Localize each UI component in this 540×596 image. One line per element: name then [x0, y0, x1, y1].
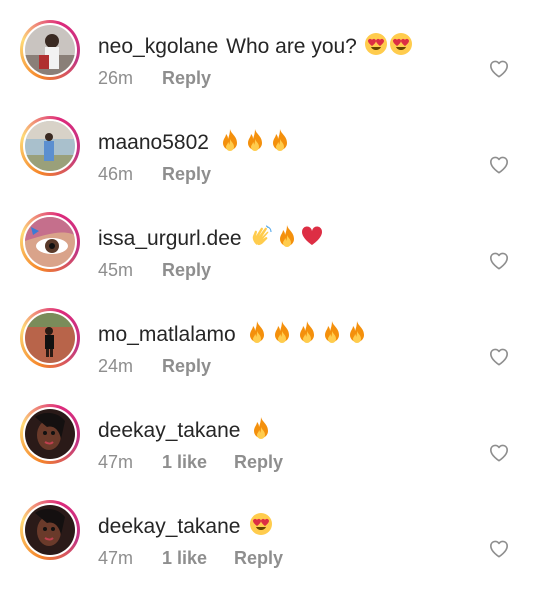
comment-item: issa_urgurl.dee 45m Reply — [0, 212, 540, 308]
comment-emojis — [248, 416, 273, 442]
timestamp: 26m — [98, 68, 134, 88]
username-link[interactable]: issa_urgurl.dee — [98, 227, 242, 250]
like-heart-icon[interactable] — [488, 442, 510, 462]
comment-line: mo_matlalamo — [98, 320, 369, 348]
comment-emojis — [249, 224, 324, 250]
comment-item: deekay_takane 47m 1 like Reply — [0, 500, 540, 596]
fire-emoji-icon — [295, 320, 319, 344]
username-link[interactable]: maano5802 — [98, 131, 209, 154]
like-count[interactable]: 1 like — [162, 450, 234, 474]
comment-meta: 46m Reply — [98, 162, 211, 186]
fire-emoji-icon — [218, 128, 242, 152]
username-link[interactable]: mo_matlalamo — [98, 323, 236, 346]
waving-hand-emoji-icon — [250, 224, 274, 248]
reply-button[interactable]: Reply — [162, 356, 211, 376]
comment-emojis — [248, 512, 273, 538]
reply-button[interactable]: Reply — [162, 260, 211, 280]
avatar[interactable] — [25, 121, 75, 171]
fire-emoji-icon — [268, 128, 292, 152]
red-heart-emoji-icon — [300, 224, 324, 248]
heart-eyes-emoji-icon — [249, 512, 273, 536]
comment-list: neo_kgolane Who are you? 26m Reply maano5… — [0, 0, 540, 580]
heart-eyes-emoji-icon — [364, 32, 388, 56]
like-heart-icon[interactable] — [488, 250, 510, 270]
like-count[interactable]: 1 like — [162, 546, 234, 570]
avatar[interactable] — [25, 409, 75, 459]
comment-item: neo_kgolane Who are you? 26m Reply — [0, 20, 540, 116]
comment-meta: 24m Reply — [98, 354, 211, 378]
reply-button[interactable]: Reply — [234, 452, 283, 472]
avatar[interactable] — [25, 313, 75, 363]
comment-emojis — [363, 32, 413, 58]
timestamp: 47m — [98, 452, 134, 472]
username-link[interactable]: deekay_takane — [98, 515, 240, 538]
timestamp: 45m — [98, 260, 134, 280]
comment-item: maano5802 46m Reply — [0, 116, 540, 212]
username-link[interactable]: neo_kgolane — [98, 35, 218, 58]
comment-meta: 26m Reply — [98, 66, 211, 90]
username-link[interactable]: deekay_takane — [98, 419, 240, 442]
avatar[interactable] — [25, 217, 75, 267]
like-heart-icon[interactable] — [488, 346, 510, 366]
like-heart-icon[interactable] — [488, 538, 510, 558]
fire-emoji-icon — [245, 320, 269, 344]
like-heart-icon[interactable] — [488, 154, 510, 174]
fire-emoji-icon — [249, 416, 273, 440]
heart-eyes-emoji-icon — [389, 32, 413, 56]
fire-emoji-icon — [243, 128, 267, 152]
comment-line: maano5802 — [98, 128, 292, 156]
comment-line: deekay_takane — [98, 416, 273, 444]
comment-item: deekay_takane 47m 1 like Reply — [0, 404, 540, 500]
fire-emoji-icon — [275, 224, 299, 248]
timestamp: 24m — [98, 356, 134, 376]
avatar[interactable] — [25, 505, 75, 555]
comment-line: deekay_takane — [98, 512, 273, 540]
reply-button[interactable]: Reply — [162, 68, 211, 88]
comment-text: Who are you? — [226, 35, 357, 58]
comment-emojis — [217, 128, 292, 154]
reply-button[interactable]: Reply — [234, 548, 283, 568]
fire-emoji-icon — [320, 320, 344, 344]
timestamp: 47m — [98, 548, 134, 568]
comment-line: issa_urgurl.dee — [98, 224, 324, 252]
avatar[interactable] — [25, 25, 75, 75]
reply-button[interactable]: Reply — [162, 164, 211, 184]
like-heart-icon[interactable] — [488, 58, 510, 78]
comment-meta: 47m 1 like Reply — [98, 546, 283, 570]
comment-line: neo_kgolane Who are you? — [98, 32, 413, 60]
timestamp: 46m — [98, 164, 134, 184]
comment-item: mo_matlalamo 24m Reply — [0, 308, 540, 404]
comment-meta: 45m Reply — [98, 258, 211, 282]
fire-emoji-icon — [345, 320, 369, 344]
fire-emoji-icon — [270, 320, 294, 344]
comment-emojis — [244, 320, 369, 346]
comment-meta: 47m 1 like Reply — [98, 450, 283, 474]
